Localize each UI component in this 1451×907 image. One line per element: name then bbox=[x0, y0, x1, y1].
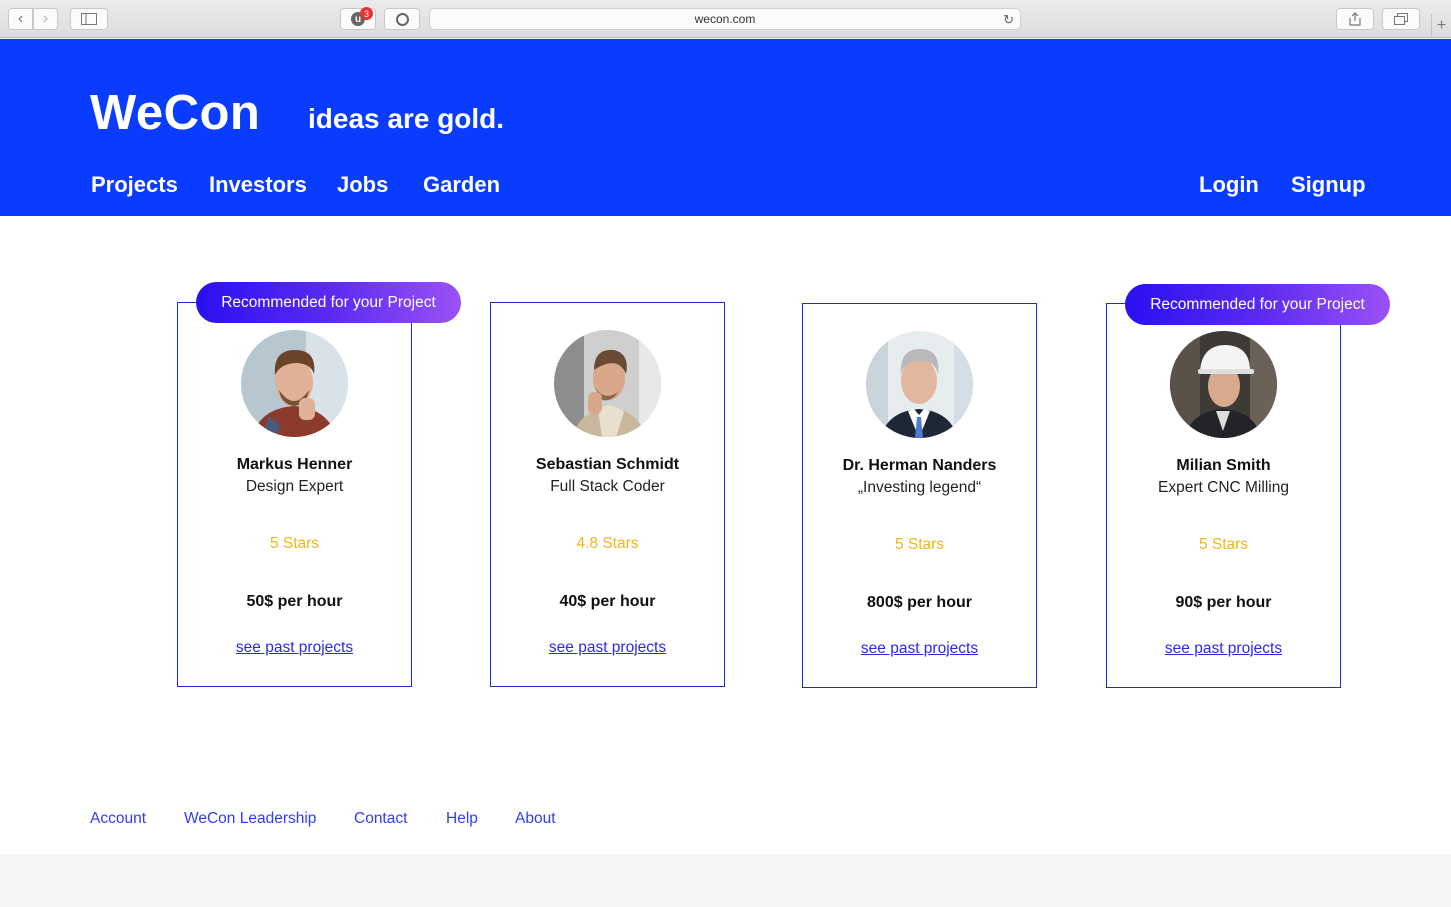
tabs-icon bbox=[1394, 13, 1408, 25]
tagline: ideas are gold. bbox=[308, 103, 505, 134]
new-tab-button[interactable]: + bbox=[1431, 14, 1451, 38]
plus-icon: + bbox=[1436, 17, 1447, 34]
expert-rating: 4.8 Stars bbox=[576, 535, 639, 552]
expert-role: Design Expert bbox=[245, 478, 344, 495]
expert-card: Dr. Herman Nanders „Investing legend“ 5 … bbox=[802, 303, 1037, 688]
expert-role: Expert CNC Milling bbox=[1158, 479, 1289, 496]
footer-link-account[interactable]: Account bbox=[90, 810, 146, 828]
expert-card: Sebastian Schmidt Full Stack Coder 4.8 S… bbox=[490, 302, 725, 687]
login-link[interactable]: Login bbox=[1199, 172, 1259, 198]
avatar bbox=[1170, 331, 1277, 438]
chevron-right-icon: › bbox=[42, 10, 49, 27]
reload-icon[interactable]: ↻ bbox=[1003, 12, 1014, 28]
hourly-rate: 90$ per hour bbox=[1175, 594, 1272, 611]
site-header: WeCon ideas are gold. Projects Investors… bbox=[0, 39, 1451, 216]
circle-icon bbox=[395, 12, 409, 26]
url-text: wecon.com bbox=[694, 12, 756, 26]
see-past-projects-link[interactable]: see past projects bbox=[178, 639, 411, 657]
avatar bbox=[554, 330, 661, 437]
tab-overview-button[interactable] bbox=[1382, 8, 1420, 30]
nav-garden[interactable]: Garden bbox=[423, 172, 500, 198]
sidebar-toggle-button[interactable] bbox=[70, 8, 108, 30]
expert-rating: 5 Stars bbox=[894, 536, 945, 553]
main-content: Markus Henner Design Expert 5 Stars 50$ … bbox=[0, 216, 1451, 854]
nav-jobs[interactable]: Jobs bbox=[337, 172, 388, 198]
see-past-projects-link[interactable]: see past projects bbox=[1107, 640, 1340, 658]
expert-rating: 5 Stars bbox=[1198, 536, 1249, 553]
avatar bbox=[241, 330, 348, 437]
footer-link-leadership[interactable]: WeCon Leadership bbox=[184, 810, 316, 828]
share-button[interactable] bbox=[1336, 8, 1374, 30]
signup-link[interactable]: Signup bbox=[1291, 172, 1366, 198]
sidebar-icon bbox=[81, 13, 97, 25]
nav-investors[interactable]: Investors bbox=[209, 172, 307, 198]
extension-button[interactable] bbox=[384, 8, 420, 30]
hourly-rate: 800$ per hour bbox=[867, 594, 972, 611]
share-icon bbox=[1349, 12, 1361, 26]
extension-badge: 3 bbox=[360, 7, 373, 20]
see-past-projects-link[interactable]: see past projects bbox=[803, 640, 1036, 658]
see-past-projects-link[interactable]: see past projects bbox=[491, 639, 724, 657]
hourly-rate: 40$ per hour bbox=[559, 593, 656, 610]
footer-link-help[interactable]: Help bbox=[446, 810, 478, 828]
expert-role: „Investing legend“ bbox=[857, 479, 982, 496]
recommended-badge: Recommended for your Project bbox=[196, 282, 461, 323]
expert-role: Full Stack Coder bbox=[550, 478, 665, 495]
ublock-extension-button[interactable]: u 3 bbox=[340, 7, 376, 30]
chevron-left-icon: ‹ bbox=[17, 10, 24, 27]
forward-button[interactable]: › bbox=[33, 8, 58, 30]
hourly-rate: 50$ per hour bbox=[246, 593, 343, 610]
recommended-badge: Recommended for your Project bbox=[1125, 284, 1390, 325]
browser-toolbar: ‹ › u 3 wecon.com ↻ + bbox=[0, 0, 1451, 38]
expert-card: Markus Henner Design Expert 5 Stars 50$ … bbox=[177, 302, 412, 687]
nav-projects[interactable]: Projects bbox=[91, 172, 178, 198]
expert-name: Dr. Herman Nanders bbox=[842, 457, 997, 474]
page: WeCon ideas are gold. Projects Investors… bbox=[0, 39, 1451, 907]
avatar bbox=[866, 331, 973, 438]
footer-link-contact[interactable]: Contact bbox=[354, 810, 407, 828]
address-bar[interactable]: wecon.com ↻ bbox=[429, 8, 1021, 30]
expert-name: Markus Henner bbox=[236, 456, 353, 473]
back-button[interactable]: ‹ bbox=[8, 8, 33, 30]
site-logo[interactable]: WeCon bbox=[90, 85, 260, 141]
footer-link-about[interactable]: About bbox=[515, 810, 556, 828]
expert-card: Milian Smith Expert CNC Milling 5 Stars … bbox=[1106, 303, 1341, 688]
expert-name: Sebastian Schmidt bbox=[535, 456, 680, 473]
expert-rating: 5 Stars bbox=[269, 535, 320, 552]
expert-name: Milian Smith bbox=[1176, 457, 1271, 474]
